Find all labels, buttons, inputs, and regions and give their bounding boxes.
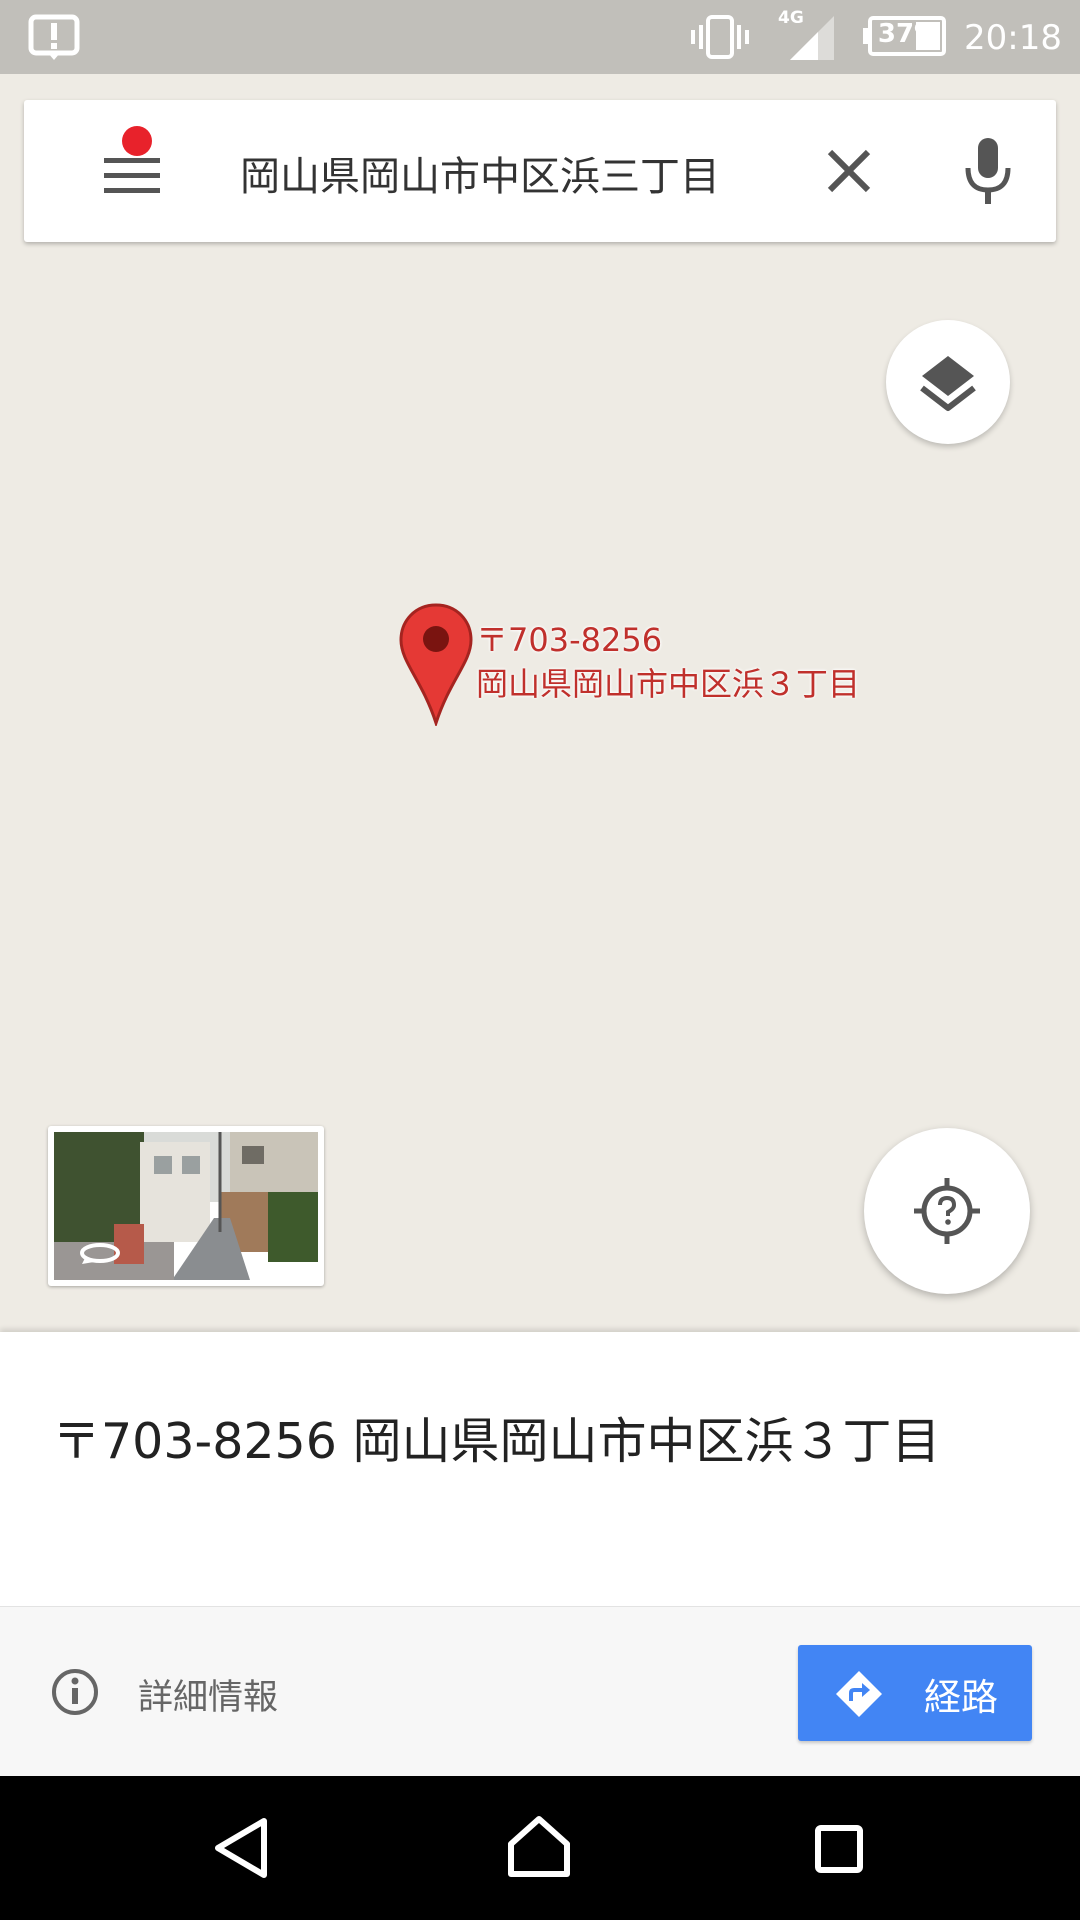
home-icon[interactable]: [506, 1814, 572, 1880]
layers-icon: [920, 356, 976, 411]
system-nav-bar: [0, 1776, 1080, 1920]
place-sheet[interactable]: 〒703-8256 岡山県岡山市中区浜３丁目 詳細情報 経路: [0, 1332, 1080, 1777]
clock: 20:18: [964, 18, 1062, 58]
pin-postal-code: 〒703-8256: [476, 621, 663, 659]
pin-label: 〒703-8256 岡山県岡山市中区浜３丁目: [476, 618, 860, 706]
details-button[interactable]: 詳細情報: [138, 1669, 278, 1720]
directions-label: 経路: [924, 1676, 998, 1719]
map-view[interactable]: 岡山県岡山市中区浜三丁目 〒703-8256 岡山県岡山市中区浜３丁目: [0, 74, 1080, 1332]
location-unknown-icon: [914, 1178, 980, 1244]
search-bar[interactable]: 岡山県岡山市中区浜三丁目: [24, 100, 1056, 242]
directions-icon: [836, 1671, 882, 1717]
notification-dot: [122, 126, 152, 156]
info-icon[interactable]: [50, 1667, 100, 1717]
pin-address: 岡山県岡山市中区浜３丁目: [476, 665, 861, 703]
back-triangle-icon[interactable]: [212, 1816, 270, 1880]
layers-button[interactable]: [886, 320, 1010, 444]
action-row: 詳細情報 経路: [0, 1606, 1080, 1777]
search-input[interactable]: 岡山県岡山市中区浜三丁目: [240, 144, 800, 202]
notification-alert-icon: [28, 14, 80, 60]
cell-signal-icon: [790, 16, 834, 60]
status-bar: 4G 37% 20:18: [0, 0, 1080, 74]
close-icon[interactable]: [814, 136, 884, 206]
battery-percent: 37%: [877, 19, 941, 49]
directions-button[interactable]: 経路: [798, 1645, 1032, 1741]
map-pin-marker[interactable]: [398, 602, 474, 726]
microphone-icon[interactable]: [958, 134, 1018, 210]
vibrate-icon: [691, 15, 749, 59]
my-location-button[interactable]: [864, 1128, 1030, 1294]
street-view-rotate-icon: [80, 1243, 120, 1264]
recents-square-icon[interactable]: [814, 1824, 864, 1874]
street-view-thumbnail[interactable]: [48, 1126, 324, 1286]
place-address: 〒703-8256 岡山県岡山市中区浜３丁目: [52, 1413, 941, 1470]
